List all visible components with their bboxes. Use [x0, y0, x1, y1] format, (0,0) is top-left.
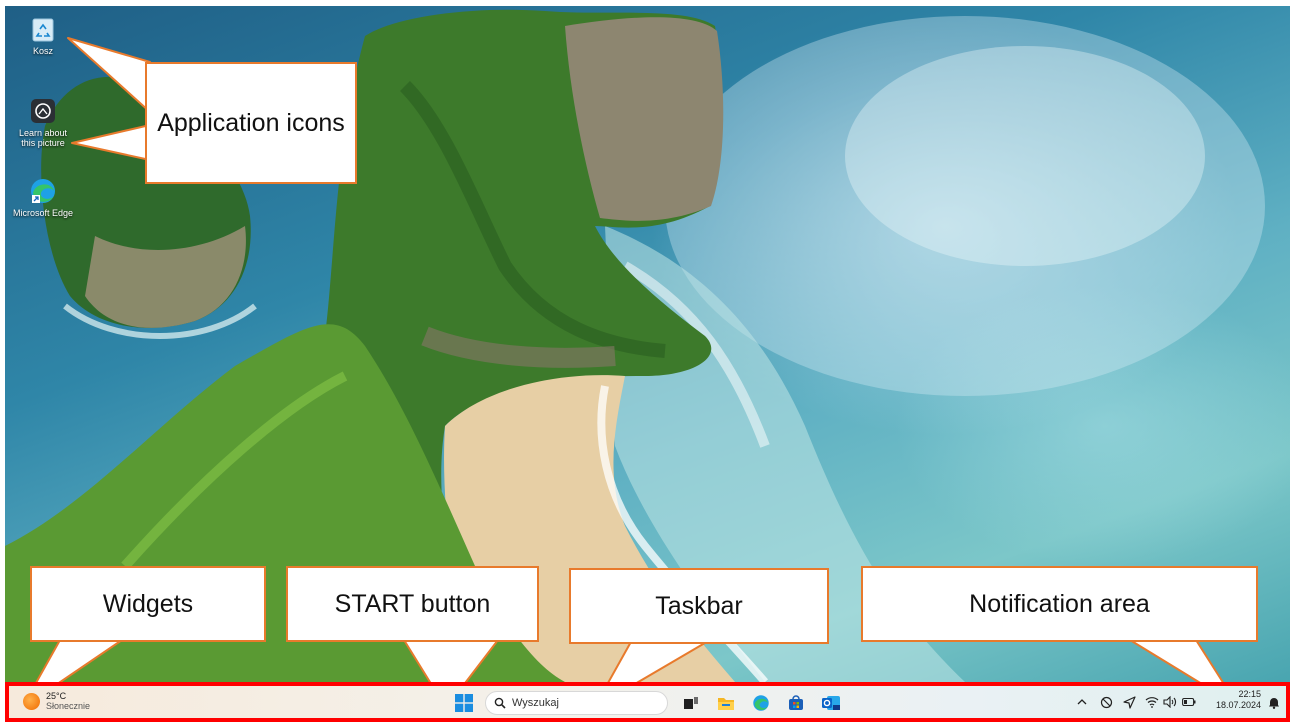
- battery-icon: [1182, 697, 1196, 707]
- folder-icon: [718, 698, 734, 710]
- callout-taskbar-text: Taskbar: [655, 592, 743, 620]
- store-button[interactable]: [786, 693, 806, 713]
- edge-taskbar-button[interactable]: [751, 693, 771, 713]
- callout-application-icons-text: Application icons: [157, 109, 345, 137]
- tray-location-button[interactable]: [1122, 695, 1136, 709]
- edge-icon: [753, 695, 769, 711]
- desktop-icon-microsoft-edge[interactable]: Microsoft Edge: [11, 176, 75, 218]
- wifi-icon: [1145, 697, 1159, 708]
- sun-icon: [23, 692, 40, 710]
- search-placeholder: Wyszukaj: [512, 697, 559, 709]
- learn-about-picture-icon: [28, 96, 58, 126]
- callout-notification-area-text: Notification area: [969, 590, 1150, 618]
- store-icon: [789, 695, 803, 710]
- edge-icon: [28, 176, 58, 206]
- outlook-icon: [822, 696, 840, 710]
- start-button[interactable]: [455, 694, 473, 712]
- desktop-icon-label: Learn about this picture: [18, 128, 68, 148]
- clock-button[interactable]: 22:15 18.07.2024: [1216, 689, 1261, 711]
- tray-accessibility-button[interactable]: [1099, 695, 1113, 709]
- show-hidden-icons-button[interactable]: [1075, 695, 1089, 709]
- task-view-button[interactable]: [681, 693, 701, 713]
- desktop-icon-recycle-bin[interactable]: Kosz: [11, 14, 75, 56]
- volume-icon: [1163, 696, 1177, 708]
- outlook-button[interactable]: [821, 693, 841, 713]
- clock-date: 18.07.2024: [1216, 700, 1262, 710]
- callout-start-button: START button: [286, 566, 539, 642]
- weather-condition: Słonecznie: [46, 701, 91, 711]
- tray-volume-button[interactable]: [1163, 695, 1177, 709]
- tray-battery-button[interactable]: [1182, 695, 1196, 709]
- notifications-button[interactable]: [1267, 695, 1281, 709]
- desktop-icon-label: Kosz: [32, 46, 53, 56]
- callout-taskbar: Taskbar: [569, 568, 829, 644]
- location-icon: [1122, 695, 1136, 709]
- task-view-icon: [684, 697, 698, 709]
- callout-widgets-text: Widgets: [102, 590, 194, 618]
- weather-temperature: 25°C: [46, 691, 67, 701]
- search-icon: [494, 697, 506, 709]
- desktop-icon-learn-about-picture[interactable]: Learn about this picture: [11, 96, 75, 148]
- recycle-bin-icon: [28, 14, 58, 44]
- search-box[interactable]: Wyszukaj: [485, 691, 668, 715]
- callout-widgets: Widgets: [30, 566, 266, 642]
- file-explorer-button[interactable]: [716, 693, 736, 713]
- desktop-icon-label: Microsoft Edge: [12, 208, 74, 218]
- clock-time: 22:15: [1238, 689, 1262, 699]
- bell-icon: [1269, 697, 1279, 709]
- callout-notification-area: Notification area: [861, 566, 1258, 642]
- callout-application-icons: Application icons: [145, 62, 357, 184]
- widgets-button[interactable]: 25°C Słonecznie: [23, 691, 90, 711]
- callout-start-button-text: START button: [334, 590, 491, 618]
- windows-logo-icon: [455, 694, 473, 712]
- taskbar: 25°C Słonecznie Wyszukaj 22:15 18.07.202…: [5, 682, 1290, 722]
- tray-wifi-button[interactable]: [1145, 695, 1159, 709]
- chevron-up-icon: [1077, 699, 1087, 705]
- accessibility-icon: [1100, 696, 1112, 708]
